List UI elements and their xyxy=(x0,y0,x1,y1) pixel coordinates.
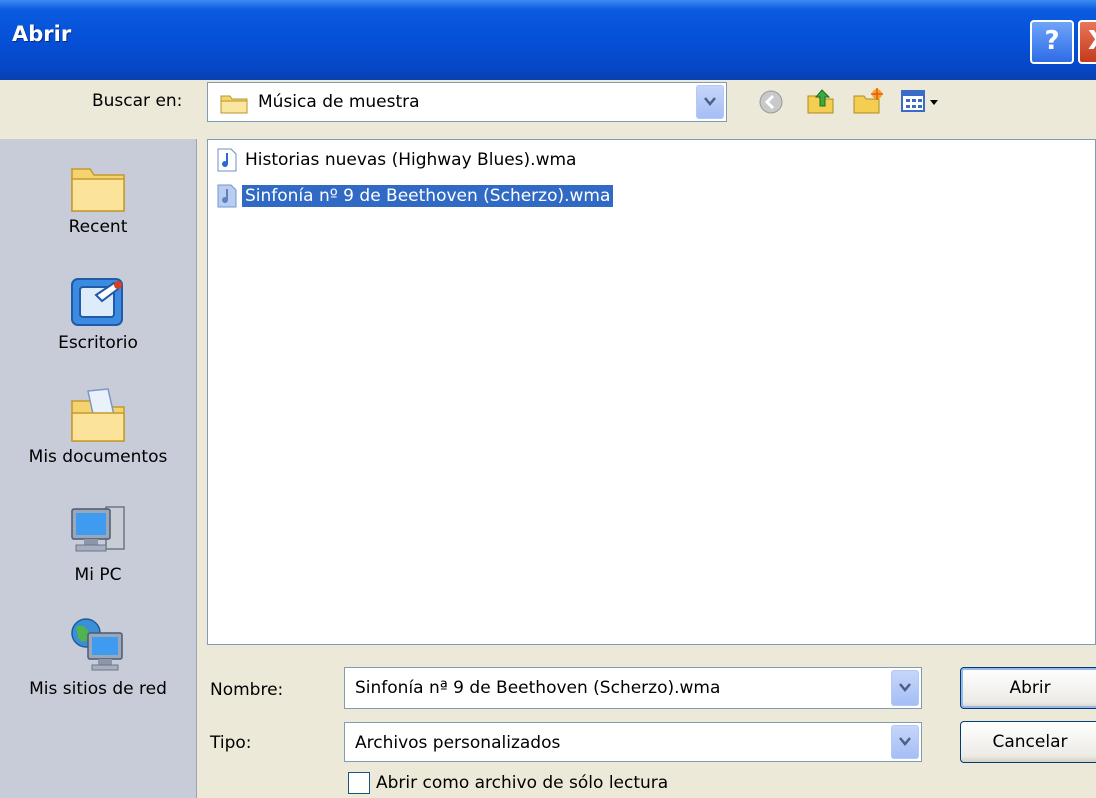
cancel-button[interactable]: Cancelar xyxy=(960,721,1096,763)
places-bar: Recent Escritorio Mis documentos Mi PC M… xyxy=(0,139,197,798)
open-button-label: Abrir xyxy=(1009,678,1051,698)
filename-input[interactable]: Sinfonía nª 9 de Beethoven (Scherzo).wma xyxy=(344,667,922,709)
filename-value: Sinfonía nª 9 de Beethoven (Scherzo).wma xyxy=(355,678,721,698)
window-title: Abrir xyxy=(12,22,72,46)
lookin-label: Buscar en: xyxy=(92,91,183,111)
lookin-value: Música de muestra xyxy=(258,92,420,112)
my-computer-icon xyxy=(71,506,125,552)
folder-icon xyxy=(220,95,248,114)
place-my-documents[interactable]: Mis documentos xyxy=(0,387,196,467)
lookin-dropdown-arrow[interactable] xyxy=(696,85,724,119)
file-item-selected[interactable]: Sinfonía nº 9 de Beethoven (Scherzo).wma xyxy=(216,182,614,210)
chevron-down-icon xyxy=(704,97,716,106)
help-icon: ? xyxy=(1044,26,1060,56)
open-button[interactable]: Abrir xyxy=(960,667,1096,709)
filename-label: Nombre: xyxy=(210,680,284,700)
file-name: Historias nuevas (Highway Blues).wma xyxy=(245,150,577,170)
file-list[interactable]: Historias nuevas (Highway Blues).wma Sin… xyxy=(207,139,1096,645)
up-folder-icon[interactable] xyxy=(806,86,836,116)
lookin-dropdown[interactable]: Música de muestra xyxy=(207,82,727,122)
audio-file-icon xyxy=(217,184,237,208)
close-button[interactable]: X xyxy=(1078,20,1096,64)
place-label: Escritorio xyxy=(58,333,138,353)
help-button[interactable]: ? xyxy=(1030,20,1074,64)
file-item[interactable]: Historias nuevas (Highway Blues).wma xyxy=(216,146,579,174)
close-icon: X xyxy=(1088,26,1096,56)
place-label: Mis sitios de red xyxy=(29,679,167,699)
place-label: Mi PC xyxy=(74,565,122,585)
filetype-dropdown-arrow[interactable] xyxy=(891,725,919,759)
place-my-computer[interactable]: Mi PC xyxy=(0,501,196,585)
title-bar: Abrir ? X xyxy=(0,0,1096,80)
filetype-value: Archivos personalizados xyxy=(355,733,561,753)
readonly-checkbox[interactable] xyxy=(348,772,370,794)
chevron-down-icon xyxy=(899,737,911,746)
readonly-label: Abrir como archivo de sólo lectura xyxy=(376,773,669,793)
recent-folder-icon xyxy=(71,168,125,212)
cancel-button-label: Cancelar xyxy=(992,732,1068,752)
my-documents-icon xyxy=(71,388,125,442)
filename-dropdown-arrow[interactable] xyxy=(891,670,919,706)
place-network[interactable]: Mis sitios de red xyxy=(0,615,196,699)
back-icon[interactable] xyxy=(758,89,784,115)
place-desktop[interactable]: Escritorio xyxy=(0,273,196,353)
network-places-icon xyxy=(71,618,123,671)
audio-file-icon xyxy=(217,148,237,172)
file-name: Sinfonía nº 9 de Beethoven (Scherzo).wma xyxy=(242,185,614,207)
views-menu-icon[interactable] xyxy=(900,88,944,116)
place-label: Mis documentos xyxy=(28,447,168,467)
place-recent[interactable]: Recent xyxy=(0,159,196,237)
place-label: Recent xyxy=(68,217,128,237)
filetype-label: Tipo: xyxy=(210,733,252,753)
chevron-down-icon xyxy=(899,683,911,692)
desktop-icon xyxy=(71,278,123,326)
filetype-dropdown[interactable]: Archivos personalizados xyxy=(344,722,922,762)
new-folder-icon[interactable] xyxy=(852,86,884,116)
